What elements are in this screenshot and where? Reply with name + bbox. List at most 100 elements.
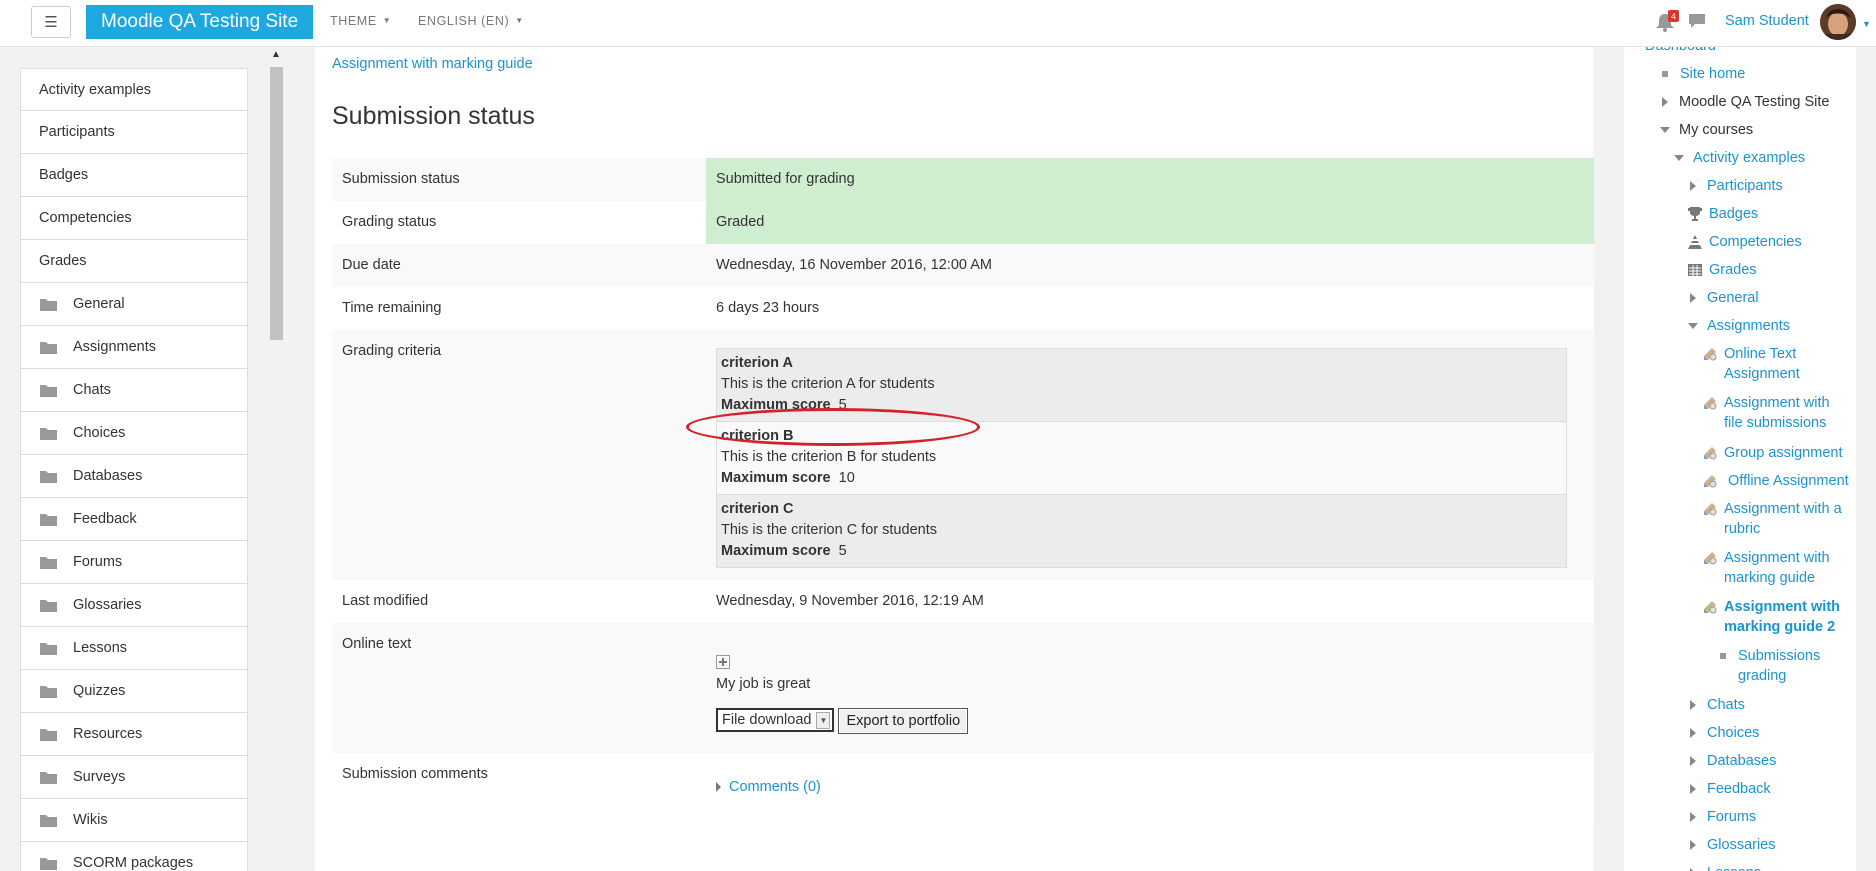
drawer-item-label: SCORM packages [73,855,194,871]
expand-arrow-icon [716,782,721,792]
grading-criteria-cell: criterion A This is the criterion A for … [706,330,1594,580]
user-menu-name[interactable]: Sam Student [1725,13,1809,29]
nav-chats[interactable]: Chats [1690,695,1745,715]
nav-label: Activity examples [1693,150,1806,166]
drawer-item-quizzes[interactable]: Quizzes [20,670,248,713]
user-menu-caret-icon[interactable]: ▼ [1862,19,1871,29]
nav-offline-assignment[interactable]: Offline Assignment [1702,471,1852,491]
collapsed-arrow-icon [1690,700,1696,710]
assignment-link[interactable]: Assignment with marking guide [332,56,533,72]
drawer-item-forums[interactable]: Forums [20,541,248,584]
drawer-item-competencies[interactable]: Competencies [20,197,248,240]
nav-competencies[interactable]: Competencies [1687,232,1802,252]
folder-icon [40,298,57,311]
folder-icon [40,728,57,741]
caret-down-icon: ▼ [515,16,524,25]
drawer-item-databases[interactable]: Databases [20,455,248,498]
expand-plus-icon[interactable] [716,655,730,669]
collapsed-arrow-icon [1690,840,1696,850]
nav-site-name[interactable]: Moodle QA Testing Site [1662,92,1829,112]
nav-dashboard[interactable]: Dashboard [1645,47,1716,56]
online-text-cell: My job is great File download ▼ Export to … [706,623,1594,753]
drawer-item-chats[interactable]: Chats [20,369,248,412]
drawer-item-choices[interactable]: Choices [20,412,248,455]
drawer-item-feedback[interactable]: Feedback [20,498,248,541]
folder-icon [40,470,57,483]
nav-choices[interactable]: Choices [1690,723,1759,743]
table-row-grading-status: Grading status Graded [332,201,1594,244]
scroll-up-arrow-icon[interactable]: ▲ [268,49,284,63]
drawer-item-label: Forums [73,554,123,570]
collapsed-arrow-icon [1690,812,1696,822]
last-modified-value: Wednesday, 9 November 2016, 12:19 AM [716,593,984,609]
navigation-block: Dashboard Site home Moodle QA Testing Si… [1624,47,1856,871]
folder-icon [40,513,57,526]
drawer-item-wikis[interactable]: Wikis [20,799,248,842]
row-label: Grading status [342,214,437,230]
nav-label: Participants [1707,178,1783,194]
drawer-item-label: Glossaries [73,597,142,613]
nav-assignment-file-submissions[interactable]: Assignment with file submissions [1702,393,1852,433]
drawer-item-glossaries[interactable]: Glossaries [20,584,248,627]
drawer-item-lessons[interactable]: Lessons [20,627,248,670]
top-navbar: ☰ Moodle QA Testing Site THEME ▼ ENGLISH … [0,0,1876,47]
drawer-item-general[interactable]: General [20,283,248,326]
messages-icon[interactable] [1688,13,1706,29]
site-brand-link[interactable]: Moodle QA Testing Site [86,5,314,39]
drawer-item-surveys[interactable]: Surveys [20,756,248,799]
nav-assignment-marking-guide[interactable]: Assignment with marking guide [1702,548,1852,588]
drawer-item-label: Chats [73,382,111,398]
nav-label: Competencies [1709,234,1802,250]
menu-toggle-button[interactable]: ☰ [31,6,71,38]
criterion-description: This is the criterion A for students [721,376,935,392]
bullet-icon [1662,71,1668,77]
comments-toggle-link[interactable]: Comments (0) [716,779,821,795]
nav-assignment-rubric[interactable]: Assignment with a rubric [1702,499,1852,539]
nav-submissions-grading[interactable]: Submissions grading [1720,646,1850,686]
drawer-item-scorm-packages[interactable]: SCORM packages [20,842,248,871]
notification-count-badge: 4 [1668,10,1679,22]
nav-course-activity-examples[interactable]: Activity examples [1674,148,1805,168]
nav-label: Group assignment [1724,445,1843,461]
nav-my-courses[interactable]: My courses [1660,120,1753,140]
nav-label: Grades [1709,262,1757,278]
export-to-portfolio-button[interactable]: Export to portfolio [838,708,969,734]
assignment-icon [1704,447,1717,460]
nav-general[interactable]: General [1690,288,1759,308]
folder-icon [40,427,57,440]
drawer-item-activity-examples[interactable]: Activity examples [20,68,248,111]
nav-participants[interactable]: Participants [1690,176,1783,196]
assignment-icon [1704,601,1717,614]
drawer-scrollbar[interactable]: ▲ [268,47,284,871]
nav-glossaries[interactable]: Glossaries [1690,835,1776,855]
nav-feedback[interactable]: Feedback [1690,779,1771,799]
export-format-select[interactable]: File download ▼ [716,708,835,732]
comments-link-label: Comments (0) [729,779,821,795]
drawer-item-badges[interactable]: Badges [20,154,248,197]
drawer-item-assignments[interactable]: Assignments [20,326,248,369]
criterion-max-score: Maximum score 5 [721,541,1562,562]
drawer-item-participants[interactable]: Participants [20,111,248,154]
assignment-icon [1704,475,1717,488]
theme-menu-label: THEME [330,14,377,28]
nav-site-home[interactable]: Site home [1662,64,1745,84]
nav-badges[interactable]: Badges [1687,204,1758,224]
nav-databases[interactable]: Databases [1690,751,1776,771]
nav-group-assignment[interactable]: Group assignment [1702,443,1852,463]
user-avatar[interactable] [1820,4,1856,40]
drawer-item-grades[interactable]: Grades [20,240,248,283]
nav-assignments[interactable]: Assignments [1688,316,1790,336]
nav-forums[interactable]: Forums [1690,807,1756,827]
scrollbar-thumb[interactable] [270,67,283,340]
nav-lessons[interactable]: Lessons [1690,863,1761,871]
drawer-item-resources[interactable]: Resources [20,713,248,756]
criterion-name: criterion A [721,355,793,371]
criterion-max-score: Maximum score 10 [721,468,1562,489]
nav-assignment-marking-guide-2-active[interactable]: Assignment with marking guide 2 [1702,597,1852,637]
language-menu[interactable]: ENGLISH (EN) ▼ [418,14,524,28]
theme-menu[interactable]: THEME ▼ [330,14,391,28]
nav-assignment-online-text[interactable]: Online Text Assignment [1702,344,1852,384]
page-title: Submission status [332,102,535,130]
nav-label: Chats [1707,697,1745,713]
nav-grades[interactable]: Grades [1687,260,1757,280]
